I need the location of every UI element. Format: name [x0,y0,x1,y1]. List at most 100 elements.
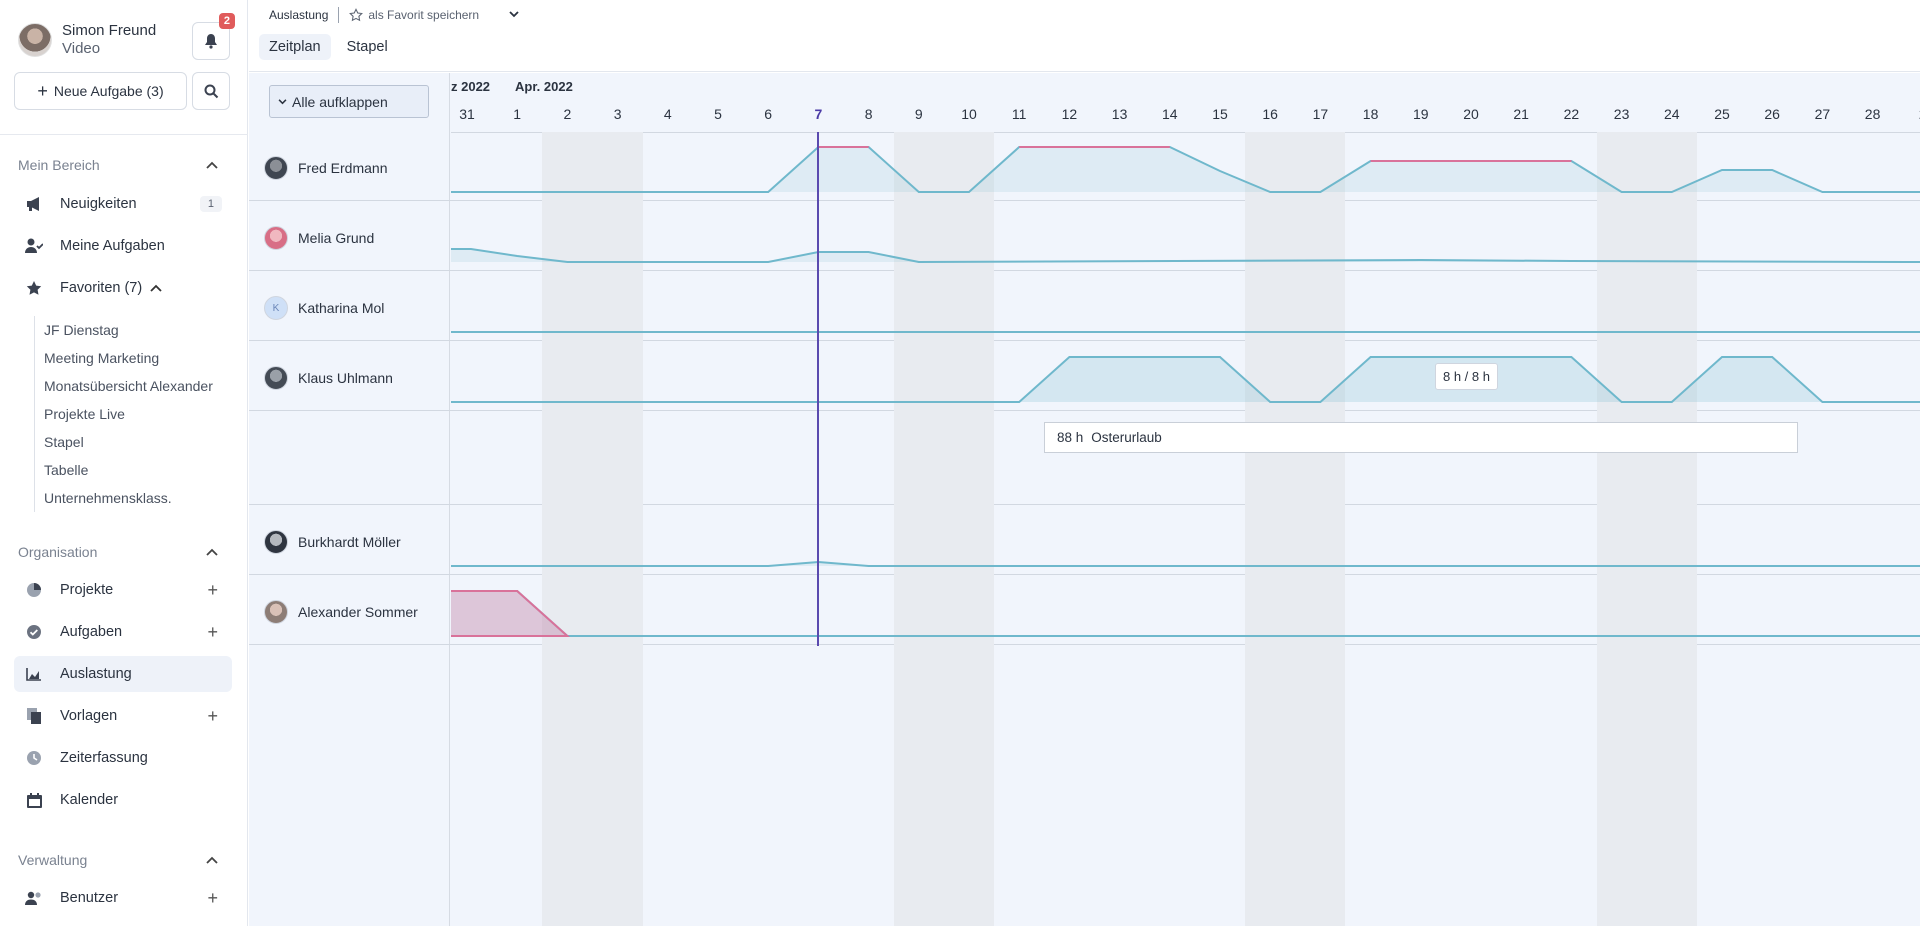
workload-curves [451,146,1920,637]
notification-count-badge: 2 [218,13,235,29]
klaus-workload-area [451,357,1920,402]
alexander-workload-area [451,591,1920,636]
save-favorite-button[interactable]: als Favorit speichern [349,8,479,22]
resource-name: Fred Erdmann [298,160,388,176]
tab-zeitplan[interactable]: Zeitplan [259,34,331,60]
favorite-item[interactable]: Meeting Marketing [44,344,213,372]
save-favorite-label: als Favorit speichern [368,8,480,22]
sidebar-item-label: Kalender [60,792,119,808]
resource-name: Alexander Sommer [298,604,418,620]
melia-workload-line [451,248,1920,264]
sidebar-item-label: Benutzer [60,890,119,906]
sidebar-item-label: Zeiterfassung [60,750,148,766]
megaphone-icon [24,194,44,214]
sidebar-item-auslastung[interactable]: Auslastung [14,656,232,692]
chevron-down-icon[interactable] [509,9,519,21]
chevron-down-icon [278,98,287,104]
sidebar-item-kalender[interactable]: Kalender [14,782,232,818]
search-button[interactable] [192,72,230,110]
breadcrumb: Auslastung als Favorit speichern [269,7,519,23]
users-icon [24,888,44,908]
sidebar-item-benutzer[interactable]: Benutzer + [14,880,232,916]
resource-name: Katharina Mol [298,300,385,316]
section-title: Organisation [18,544,98,560]
area-chart-icon [24,664,44,684]
section-title: Mein Bereich [18,157,100,173]
resource-row[interactable]: Klaus Uhlmann [249,343,450,413]
user-avatar [18,23,52,57]
vacation-label: Osterurlaub [1091,430,1162,445]
sidebar-item-zeiterfassung[interactable]: Zeiterfassung [14,740,232,776]
resource-row[interactable]: Burkhardt Möller [249,507,450,577]
user-profile[interactable]: Simon Freund Video [18,22,156,58]
add-project-button[interactable]: + [207,580,218,601]
favorite-item[interactable]: Unternehmensklass. [44,484,213,512]
sidebar-item-meine-aufgaben[interactable]: Meine Aufgaben [14,228,232,264]
resource-name: Melia Grund [298,230,375,246]
section-organisation[interactable]: Organisation [18,544,218,560]
chevron-up-icon [150,284,162,292]
avatar [264,600,288,624]
today-marker [817,132,820,646]
favorite-item[interactable]: Projekte Live [44,400,213,428]
user-check-icon [24,236,44,256]
new-task-button[interactable]: + Neue Aufgabe (3) [14,72,187,110]
sidebar-item-projekte[interactable]: Projekte + [14,572,232,608]
section-mein-bereich[interactable]: Mein Bereich [18,157,218,173]
sidebar-item-label: Vorlagen [60,708,118,724]
sidebar-divider [0,134,248,135]
burkhardt-workload-line [451,560,1920,567]
add-template-button[interactable]: + [207,706,218,727]
tab-stapel[interactable]: Stapel [337,34,398,60]
resource-row[interactable]: Fred Erdmann [249,133,450,203]
section-verwaltung[interactable]: Verwaltung [18,852,218,868]
user-name: Simon Freund [62,22,157,39]
favorite-item[interactable]: JF Dienstag [44,316,213,344]
sidebar-item-label: Meine Aufgaben [60,238,165,254]
check-circle-icon [24,622,44,642]
plus-icon: + [37,80,48,101]
avatar [264,530,288,554]
sidebar-item-label: Favoriten (7) [60,280,143,296]
avatar [264,226,288,250]
sidebar-item-vorlagen[interactable]: Vorlagen + [14,698,232,734]
resource-planner: Alle aufklappen Fred Erdmann Melia Grund… [249,73,1920,926]
timeline[interactable]: z 2022 Apr. 2022 31 1 2 3 4 5 6 7 8 9 10 11 12 13 14 15… [451,73,1920,926]
resource-row[interactable]: Melia Grund [249,203,450,273]
sidebar-item-neuigkeiten[interactable]: Neuigkeiten 1 [14,186,232,222]
add-user-button[interactable]: + [207,888,218,909]
favorite-item[interactable]: Monatsübersicht Alexander [44,372,213,400]
sidebar-item-label: Auslastung [60,666,132,682]
favorite-item[interactable]: Tabelle [44,456,213,484]
news-count-badge: 1 [199,196,222,212]
chevron-up-icon [206,856,218,864]
resource-row[interactable]: Alexander Sommer [249,577,450,647]
add-task-button[interactable]: + [207,622,218,643]
breadcrumb-current: Auslastung [269,8,329,22]
expand-all-label: Alle aufklappen [292,93,388,110]
notifications-button[interactable]: 2 [192,13,235,60]
star-outline-icon [349,8,364,22]
vacation-hours: 88 h [1057,430,1084,445]
sidebar-item-label: Aufgaben [60,624,123,640]
sidebar-item-aufgaben[interactable]: Aufgaben + [14,614,232,650]
copy-icon [24,706,44,726]
sidebar-item-label: Projekte [60,582,114,598]
sidebar-item-favoriten[interactable]: Favoriten (7) [14,270,232,306]
resource-name: Klaus Uhlmann [298,370,393,386]
avatar [264,156,288,180]
chevron-up-icon [206,548,218,556]
expand-all-button[interactable]: Alle aufklappen [269,85,429,118]
pie-chart-icon [24,580,44,600]
vacation-bar[interactable]: 88 h Osterurlaub [1044,422,1798,453]
favorite-item[interactable]: Stapel [44,428,213,456]
resource-name: Burkhardt Möller [298,534,401,550]
alexander-overload-area [451,591,568,636]
calendar-icon [24,790,44,810]
sidebar: Simon Freund Video 2 + Neue Aufgabe (3) … [0,0,248,926]
user-team: Video [62,40,101,57]
bell-icon [205,34,217,49]
alexander-workload-line [451,590,1920,637]
resource-row[interactable]: K Katharina Mol [249,273,450,343]
clock-icon [24,748,44,768]
